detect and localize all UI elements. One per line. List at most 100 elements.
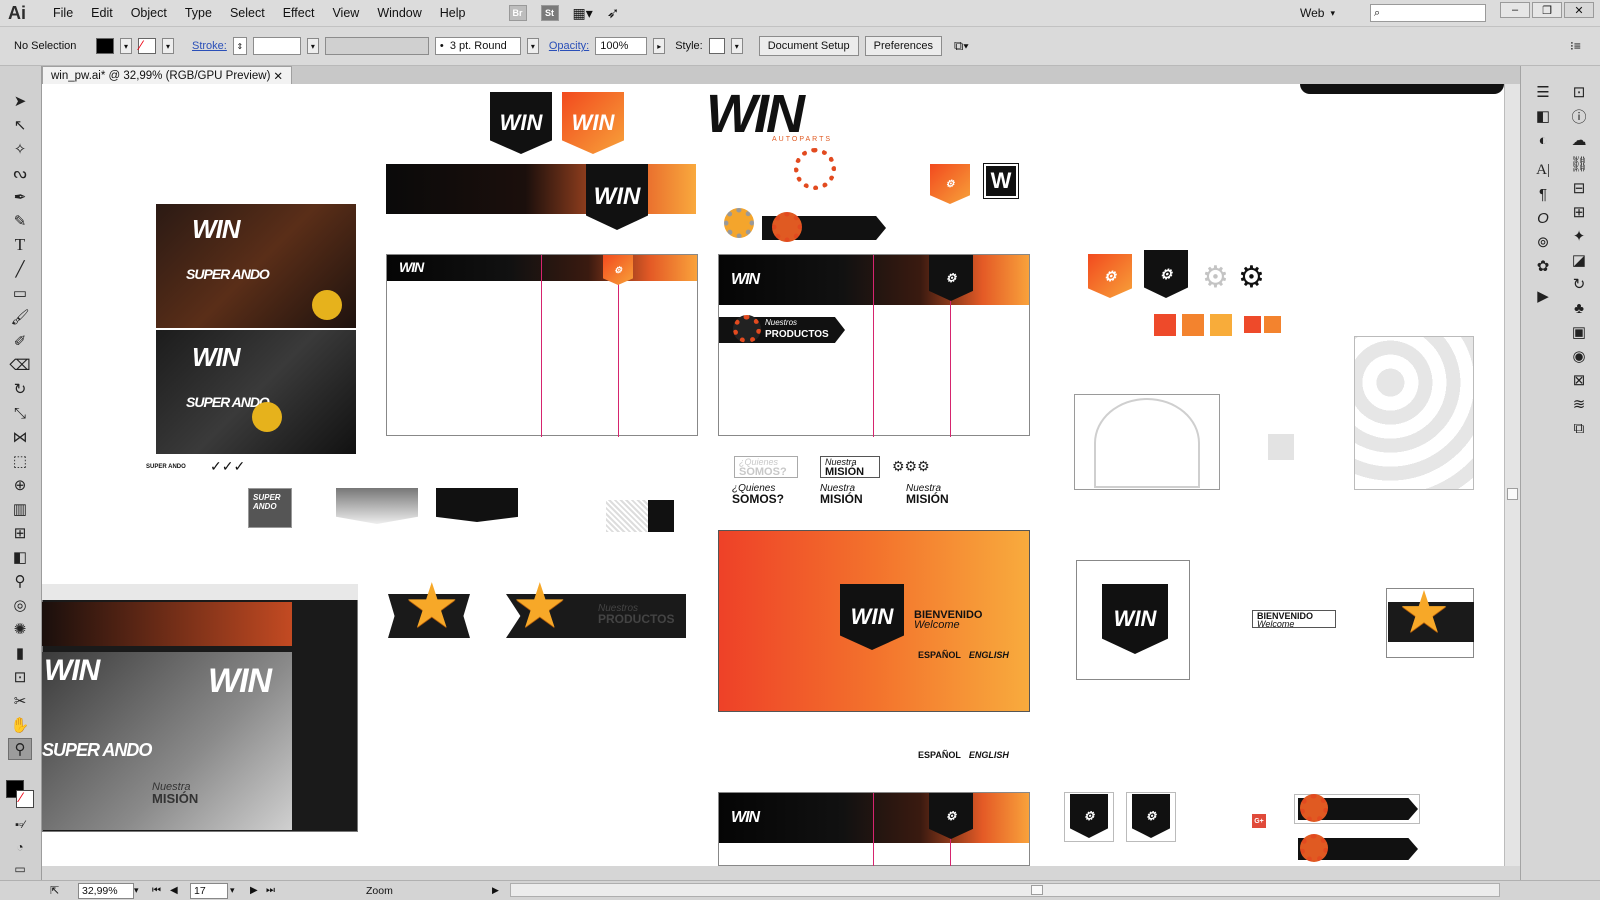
brush-definition[interactable]: • 3 pt. Round: [434, 37, 521, 55]
perspective-grid-tool-icon[interactable]: ▥: [8, 498, 32, 520]
halftone-block[interactable]: [606, 500, 648, 532]
first-artboard-button[interactable]: ⏮: [152, 885, 161, 896]
menu-object[interactable]: Object: [122, 0, 176, 26]
menu-edit[interactable]: Edit: [82, 0, 122, 26]
arrange-documents-icon[interactable]: ▦▾: [573, 5, 593, 22]
document-setup-button[interactable]: Document Setup: [758, 36, 859, 56]
menu-help[interactable]: Help: [431, 0, 475, 26]
eyedropper-tool-icon[interactable]: ⚲: [8, 570, 32, 592]
artboard-layout-1[interactable]: WIN ⚙: [386, 254, 698, 437]
stroke-weight-field[interactable]: [252, 37, 301, 55]
gradient-banner[interactable]: [386, 164, 696, 214]
stroke-weight-stepper[interactable]: ⇕: [232, 37, 247, 55]
logo-badge-orange[interactable]: ⚙: [930, 164, 970, 204]
zoom-level-field[interactable]: 32,99%: [78, 882, 134, 899]
nuestra-mision-label-2[interactable]: Nuestra MISIÓN: [906, 484, 949, 506]
artboard-tool-icon[interactable]: ⊡: [8, 666, 32, 688]
stroke-panel-icon[interactable]: ↻: [1561, 272, 1597, 296]
layers-icon[interactable]: ≋: [1561, 392, 1597, 416]
help-search-input[interactable]: ⌕: [1370, 4, 1486, 22]
artboard-layout-2[interactable]: WIN ⚙ Nuestros PRODUCTOS: [718, 254, 1030, 437]
bridge-button[interactable]: Br: [508, 5, 527, 21]
pen-tool-icon[interactable]: ✒: [8, 186, 32, 208]
cropped-black-artwork[interactable]: [1300, 84, 1504, 94]
eraser-tool-icon[interactable]: ⌫: [8, 354, 32, 376]
document-tab[interactable]: win_pw.ai* @ 32,99% (RGB/GPU Preview) ✕: [42, 66, 292, 84]
properties-icon[interactable]: ☰: [1525, 80, 1561, 104]
gradient-panel-icon[interactable]: ♣: [1561, 296, 1597, 320]
zoom-dropdown[interactable]: ▾: [134, 885, 139, 896]
menu-window[interactable]: Window: [368, 0, 430, 26]
artboard-canvas[interactable]: WIN WIN WIN AUTOPARTS ⚙ W WIN WIN SUPER …: [42, 84, 1504, 866]
menu-view[interactable]: View: [323, 0, 368, 26]
stock-button[interactable]: St: [540, 5, 559, 21]
status-menu-arrow[interactable]: ▶: [492, 885, 499, 896]
shaper-tool-icon[interactable]: ✐: [8, 330, 32, 352]
artboards-icon[interactable]: ⊠: [1561, 368, 1597, 392]
mesh-tool-icon[interactable]: ⊞: [8, 522, 32, 544]
type-tool-icon[interactable]: T: [8, 234, 32, 256]
close-tab-icon[interactable]: ✕: [273, 69, 283, 83]
swatch-amber[interactable]: [1210, 314, 1232, 336]
info-icon[interactable]: ⓘ: [1561, 104, 1597, 128]
opacity-field[interactable]: 100%: [595, 37, 648, 55]
pattern-panel[interactable]: [1354, 336, 1474, 490]
shape-builder-tool-icon[interactable]: ⊕: [8, 474, 32, 496]
horizontal-scroll-thumb[interactable]: [1031, 885, 1043, 895]
product-photo-bottom[interactable]: [156, 330, 356, 454]
stroke-color-box[interactable]: ⁄: [16, 789, 34, 808]
free-transform-tool-icon[interactable]: ⬚: [8, 450, 32, 472]
arrange-icon[interactable]: ⧉▾: [954, 38, 969, 54]
transparency-icon[interactable]: ▣: [1561, 320, 1597, 344]
banner-shield[interactable]: WIN: [586, 164, 648, 230]
swatch-red-small[interactable]: [1244, 316, 1261, 333]
opacity-arrow[interactable]: ▸: [653, 38, 666, 54]
style-dropdown[interactable]: ▾: [730, 38, 743, 54]
screen-mode-button[interactable]: ⇱: [50, 884, 59, 897]
column-graph-tool-icon[interactable]: ▮: [8, 642, 32, 664]
slice-tool-icon[interactable]: ✂: [8, 690, 32, 712]
artboard-number-field[interactable]: 17: [190, 882, 228, 899]
vertical-scroll-thumb[interactable]: [1507, 488, 1518, 500]
selection-tool-icon[interactable]: ➤: [8, 90, 32, 112]
rotate-tool-icon[interactable]: ↻: [8, 378, 32, 400]
swatch-red[interactable]: [1154, 314, 1176, 336]
icon-shield-orange[interactable]: ⚙: [1088, 254, 1132, 298]
opentype-icon[interactable]: O: [1525, 206, 1561, 230]
previous-artboard-button[interactable]: ◀: [170, 885, 178, 896]
swatch-orange-small[interactable]: [1264, 316, 1281, 333]
win-wordmark[interactable]: WIN: [706, 84, 836, 144]
blend-tool-icon[interactable]: ◎: [8, 594, 32, 616]
fill-swatch[interactable]: [96, 38, 114, 54]
espanol-link[interactable]: ESPAÑOL: [918, 650, 961, 660]
gear-star-icon[interactable]: [724, 208, 754, 238]
gear-w-icon[interactable]: ⚙: [1238, 260, 1265, 295]
magic-wand-tool-icon[interactable]: ✧: [8, 138, 32, 160]
color-mode-icon[interactable]: ▪▫⁄: [8, 814, 32, 836]
gray-gradient-banner[interactable]: [336, 488, 418, 524]
workspace-switcher[interactable]: Web ▾: [1300, 0, 1335, 26]
paintbrush-tool-icon[interactable]: 🖌: [8, 306, 32, 328]
stroke-dropdown[interactable]: ▾: [162, 38, 174, 54]
gplus-icon[interactable]: G+: [1252, 814, 1266, 828]
width-tool-icon[interactable]: ⋈: [8, 426, 32, 448]
transform-icon[interactable]: ⊡: [1561, 80, 1597, 104]
black-block[interactable]: [648, 500, 674, 532]
appearance-icon[interactable]: ✦: [1561, 224, 1597, 248]
menu-type[interactable]: Type: [176, 0, 221, 26]
menu-select[interactable]: Select: [221, 0, 274, 26]
style-swatch[interactable]: [708, 38, 725, 54]
actions-icon[interactable]: ▶: [1525, 284, 1561, 308]
logo-badge-w[interactable]: W: [983, 163, 1019, 199]
super-ando-badge[interactable]: SUPER ANDO: [248, 488, 292, 528]
quienes-somos-label[interactable]: ¿Quienes SOMOS?: [732, 484, 784, 506]
stroke-swatch[interactable]: ⁄: [138, 37, 156, 54]
asset-export-icon[interactable]: ⧉: [1561, 416, 1597, 440]
graphic-styles-icon[interactable]: ⊚: [1525, 230, 1561, 254]
color-guide-icon[interactable]: ◧: [1525, 104, 1561, 128]
swatches-icon[interactable]: ◐: [1525, 128, 1561, 152]
paragraph-icon[interactable]: ¶: [1525, 182, 1561, 206]
direct-selection-tool-icon[interactable]: ↖: [8, 114, 32, 136]
artboard-dropdown[interactable]: ▾: [230, 885, 235, 896]
symbol-sprayer-tool-icon[interactable]: ✺: [8, 618, 32, 640]
